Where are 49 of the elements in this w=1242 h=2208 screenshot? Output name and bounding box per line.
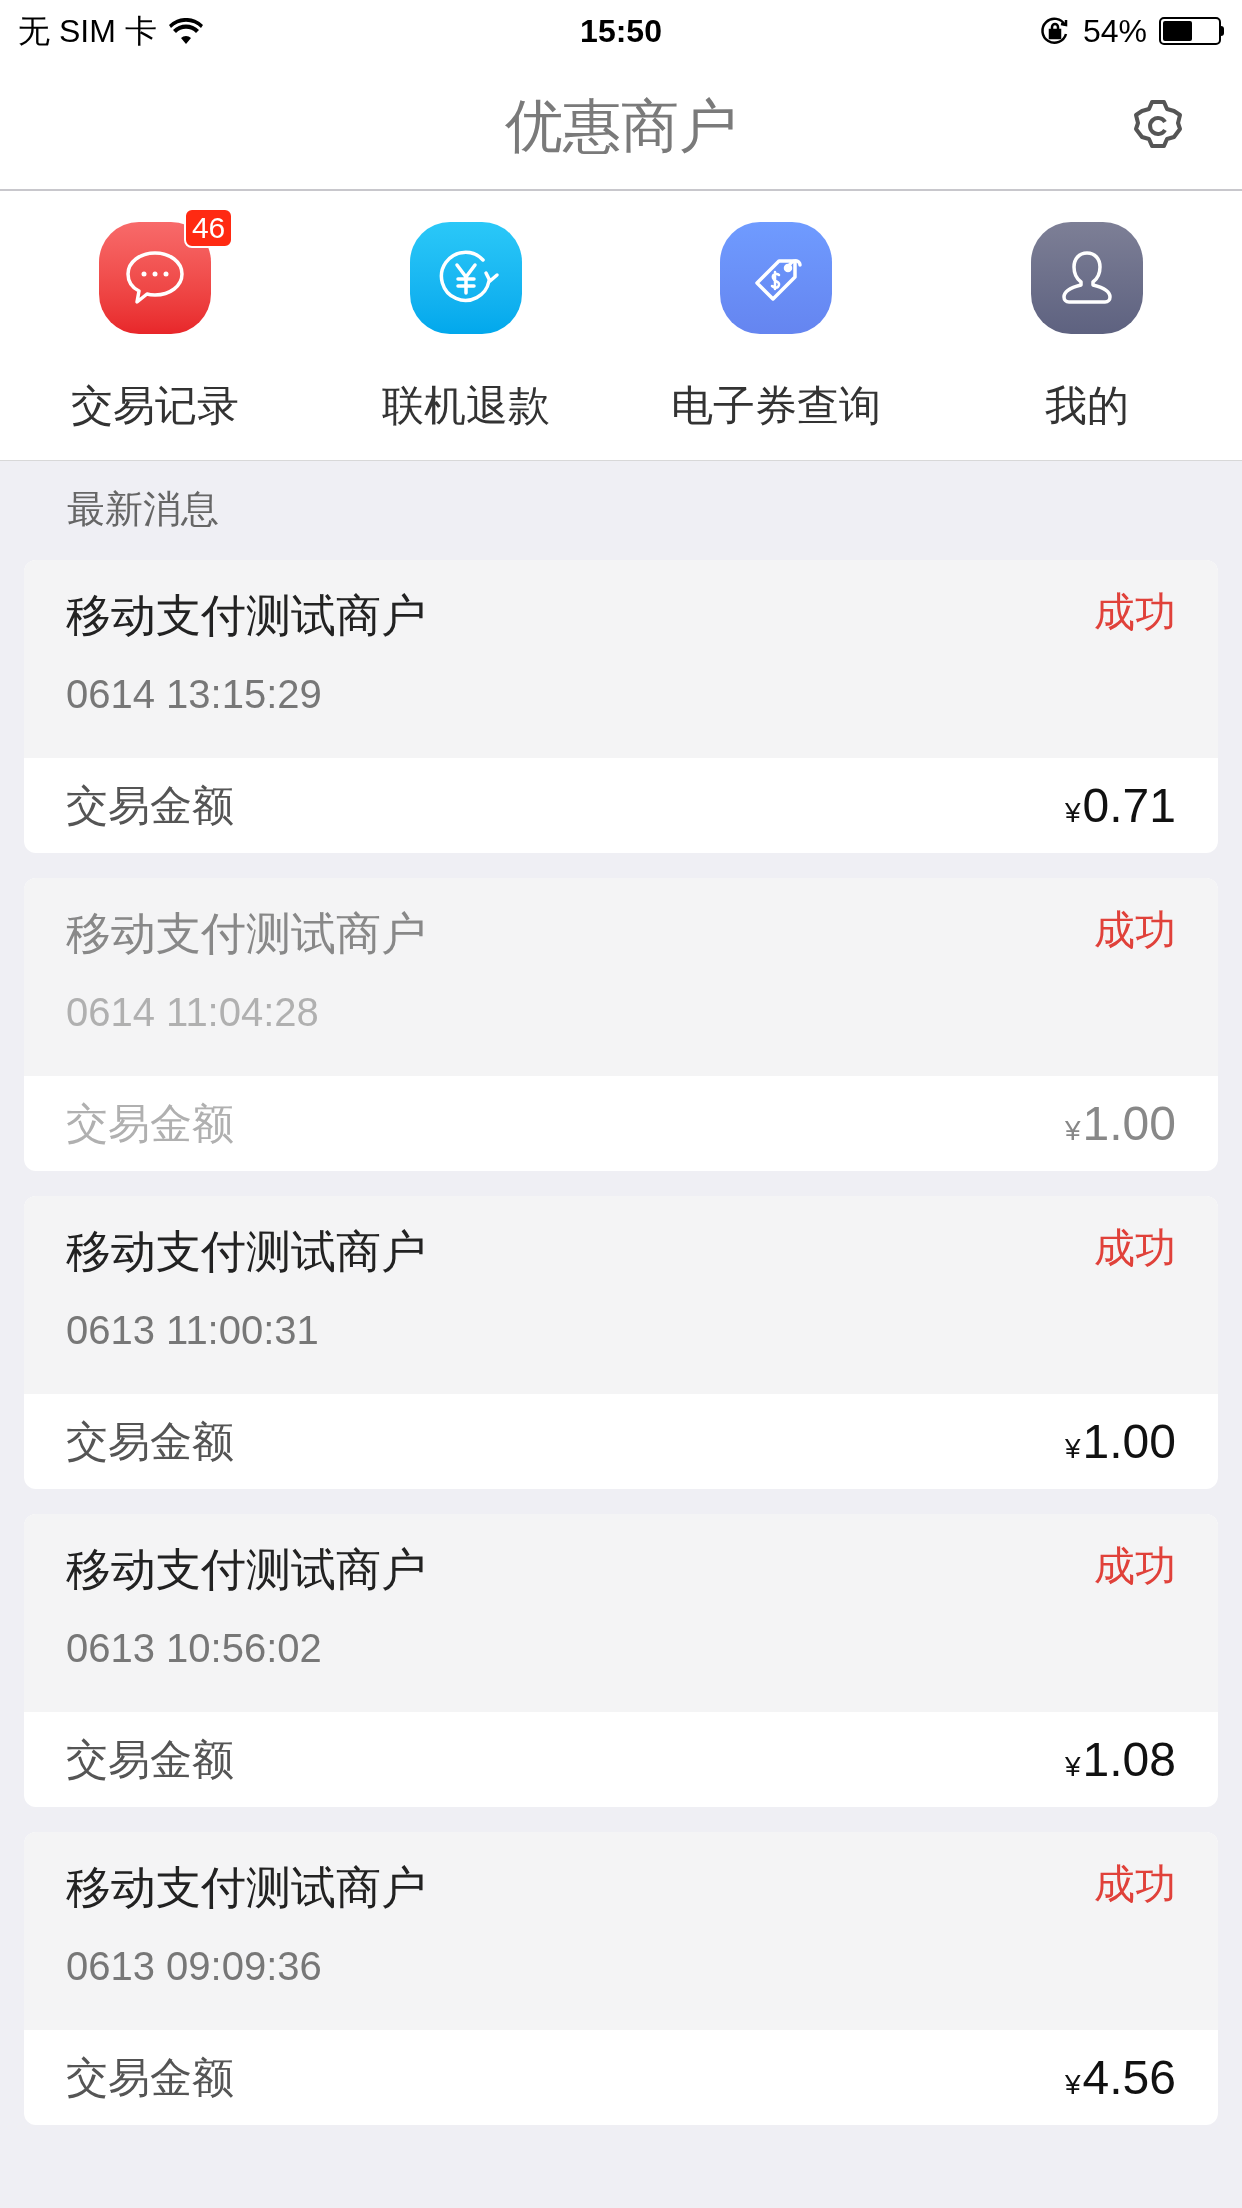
merchant-name: 移动支付测试商户: [66, 907, 426, 961]
status-text: 成功: [1094, 1224, 1176, 1273]
person-icon: [1030, 222, 1143, 334]
price-tag-icon: [720, 222, 833, 334]
battery-percent-text: 54%: [1082, 12, 1147, 51]
message-card[interactable]: 移动支付测试商户 0613 11:00:31 成功 交易金额 ¥1.00: [24, 1196, 1218, 1489]
merchant-name: 移动支付测试商户: [66, 1543, 426, 1597]
shortcut-button[interactable]: 我的: [931, 214, 1242, 437]
shortcut-button[interactable]: 电子券查询: [621, 214, 932, 437]
currency-symbol: ¥: [1065, 1113, 1081, 1148]
yen-refund-icon: [409, 222, 522, 334]
transaction-time: 0614 13:15:29: [66, 670, 323, 718]
currency-symbol: ¥: [1065, 1431, 1081, 1466]
status-text: 成功: [1094, 1542, 1176, 1591]
merchant-name: 移动支付测试商户: [66, 1861, 426, 1915]
message-card[interactable]: 移动支付测试商户 0614 11:04:28 成功 交易金额 ¥1.00: [24, 878, 1218, 1171]
status-text: 成功: [1094, 906, 1176, 955]
status-text: 成功: [1094, 1860, 1176, 1909]
currency-symbol: ¥: [1065, 1749, 1081, 1784]
merchant-name: 移动支付测试商户: [66, 589, 426, 643]
merchant-name: 移动支付测试商户: [66, 1225, 426, 1279]
transaction-time: 0613 11:00:31: [66, 1306, 320, 1354]
amount-label: 交易金额: [66, 1099, 234, 1149]
amount-label: 交易金额: [66, 2053, 234, 2103]
amount-label: 交易金额: [66, 1417, 234, 1467]
battery-icon: [1159, 17, 1224, 45]
amount-value: 4.56: [1082, 2049, 1176, 2106]
amount-value: 1.00: [1082, 1095, 1176, 1152]
page-title: 优惠商户: [505, 92, 737, 160]
section-title: 最新消息: [67, 488, 219, 530]
transaction-time: 0614 11:04:28: [66, 988, 320, 1036]
status-text: 成功: [1094, 588, 1176, 637]
wifi-icon: [168, 18, 203, 44]
message-card[interactable]: 移动支付测试商户 0614 13:15:29 成功 交易金额 ¥0.71: [24, 560, 1218, 853]
currency-symbol: ¥: [1065, 795, 1081, 830]
transaction-time: 0613 10:56:02: [66, 1624, 323, 1672]
amount-value: 1.08: [1082, 1731, 1176, 1788]
transaction-time: 0613 09:09:36: [66, 1942, 323, 1990]
message-card[interactable]: 移动支付测试商户 0613 10:56:02 成功 交易金额 ¥1.08: [24, 1514, 1218, 1807]
badge-count: 46: [183, 208, 234, 248]
message-card[interactable]: 移动支付测试商户 0613 09:09:36 成功 交易金额 ¥4.56: [24, 1832, 1218, 2125]
shortcut-button[interactable]: 联机退款: [310, 214, 621, 437]
currency-symbol: ¥: [1065, 2067, 1081, 2102]
clock-text: 15:50: [580, 12, 662, 51]
carrier-text: 无 SIM 卡: [18, 12, 157, 51]
amount-value: 1.00: [1082, 1413, 1176, 1470]
amount-label: 交易金额: [66, 1735, 234, 1785]
amount-label: 交易金额: [66, 781, 234, 831]
amount-value: 0.71: [1082, 777, 1176, 834]
